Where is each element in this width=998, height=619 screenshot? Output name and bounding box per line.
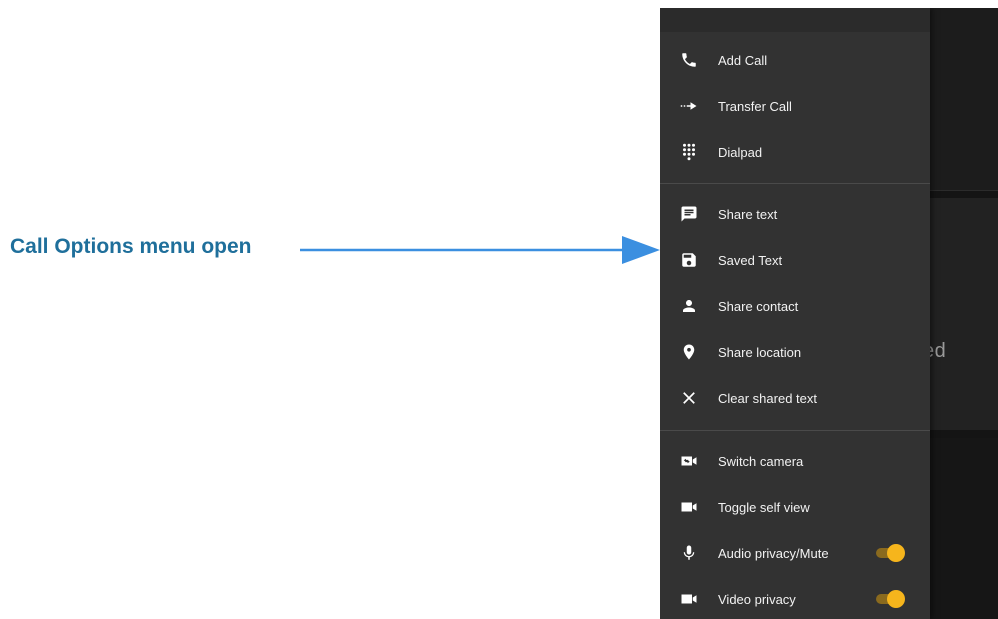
phone-icon <box>680 51 698 69</box>
menu-item-label: Add Call <box>718 52 768 68</box>
menu-divider <box>660 183 930 184</box>
menu-item-label: Dialpad <box>718 144 763 160</box>
menu-item-toggle-self-view[interactable]: Toggle self view <box>660 487 930 527</box>
menu-item-video-privacy[interactable]: Video privacy <box>660 579 930 619</box>
app-screen: led Add Call Transfer Call Dialpad Share… <box>660 8 998 619</box>
background-card <box>930 198 998 430</box>
dialpad-icon <box>680 143 698 161</box>
menu-item-label: Clear shared text <box>718 390 817 406</box>
call-options-menu: Add Call Transfer Call Dialpad Share tex… <box>660 8 930 619</box>
menu-item-audio-privacy-mute[interactable]: Audio privacy/Mute <box>660 533 930 573</box>
menu-item-add-call[interactable]: Add Call <box>660 40 930 80</box>
video-camera-icon <box>680 498 698 516</box>
callout-label: Call Options menu open <box>10 235 252 258</box>
transfer-icon <box>680 97 698 115</box>
switch-camera-icon <box>680 452 698 470</box>
menu-item-label: Share contact <box>718 298 799 314</box>
menu-item-label: Toggle self view <box>718 499 810 515</box>
toggle-thumb <box>887 590 905 608</box>
menu-item-saved-text[interactable]: Saved Text <box>660 240 930 280</box>
callout-arrow <box>300 236 660 264</box>
menu-item-share-contact[interactable]: Share contact <box>660 286 930 326</box>
audio-privacy-toggle[interactable] <box>874 544 906 562</box>
video-privacy-toggle[interactable] <box>874 590 906 608</box>
menu-item-label: Audio privacy/Mute <box>718 545 829 561</box>
microphone-icon <box>680 544 698 562</box>
menu-item-label: Share text <box>718 206 778 222</box>
menu-item-label: Video privacy <box>718 591 796 607</box>
save-icon <box>680 251 698 269</box>
menu-item-clear-shared-text[interactable]: Clear shared text <box>660 378 930 418</box>
close-icon <box>680 389 698 407</box>
menu-item-switch-camera[interactable]: Switch camera <box>660 441 930 481</box>
menu-item-label: Switch camera <box>718 453 804 469</box>
person-icon <box>680 297 698 315</box>
toggle-thumb <box>887 544 905 562</box>
background-card <box>930 438 998 619</box>
location-pin-icon <box>680 343 698 361</box>
menu-item-label: Saved Text <box>718 252 783 268</box>
menu-item-share-location[interactable]: Share location <box>660 332 930 372</box>
menu-item-share-text[interactable]: Share text <box>660 194 930 234</box>
menu-divider <box>660 430 930 431</box>
menu-item-dialpad[interactable]: Dialpad <box>660 132 930 172</box>
message-icon <box>680 205 698 223</box>
menu-header <box>660 8 930 32</box>
menu-item-label: Transfer Call <box>718 98 792 114</box>
menu-item-transfer-call[interactable]: Transfer Call <box>660 86 930 126</box>
menu-item-label: Share location <box>718 344 802 360</box>
video-camera-icon <box>680 590 698 608</box>
